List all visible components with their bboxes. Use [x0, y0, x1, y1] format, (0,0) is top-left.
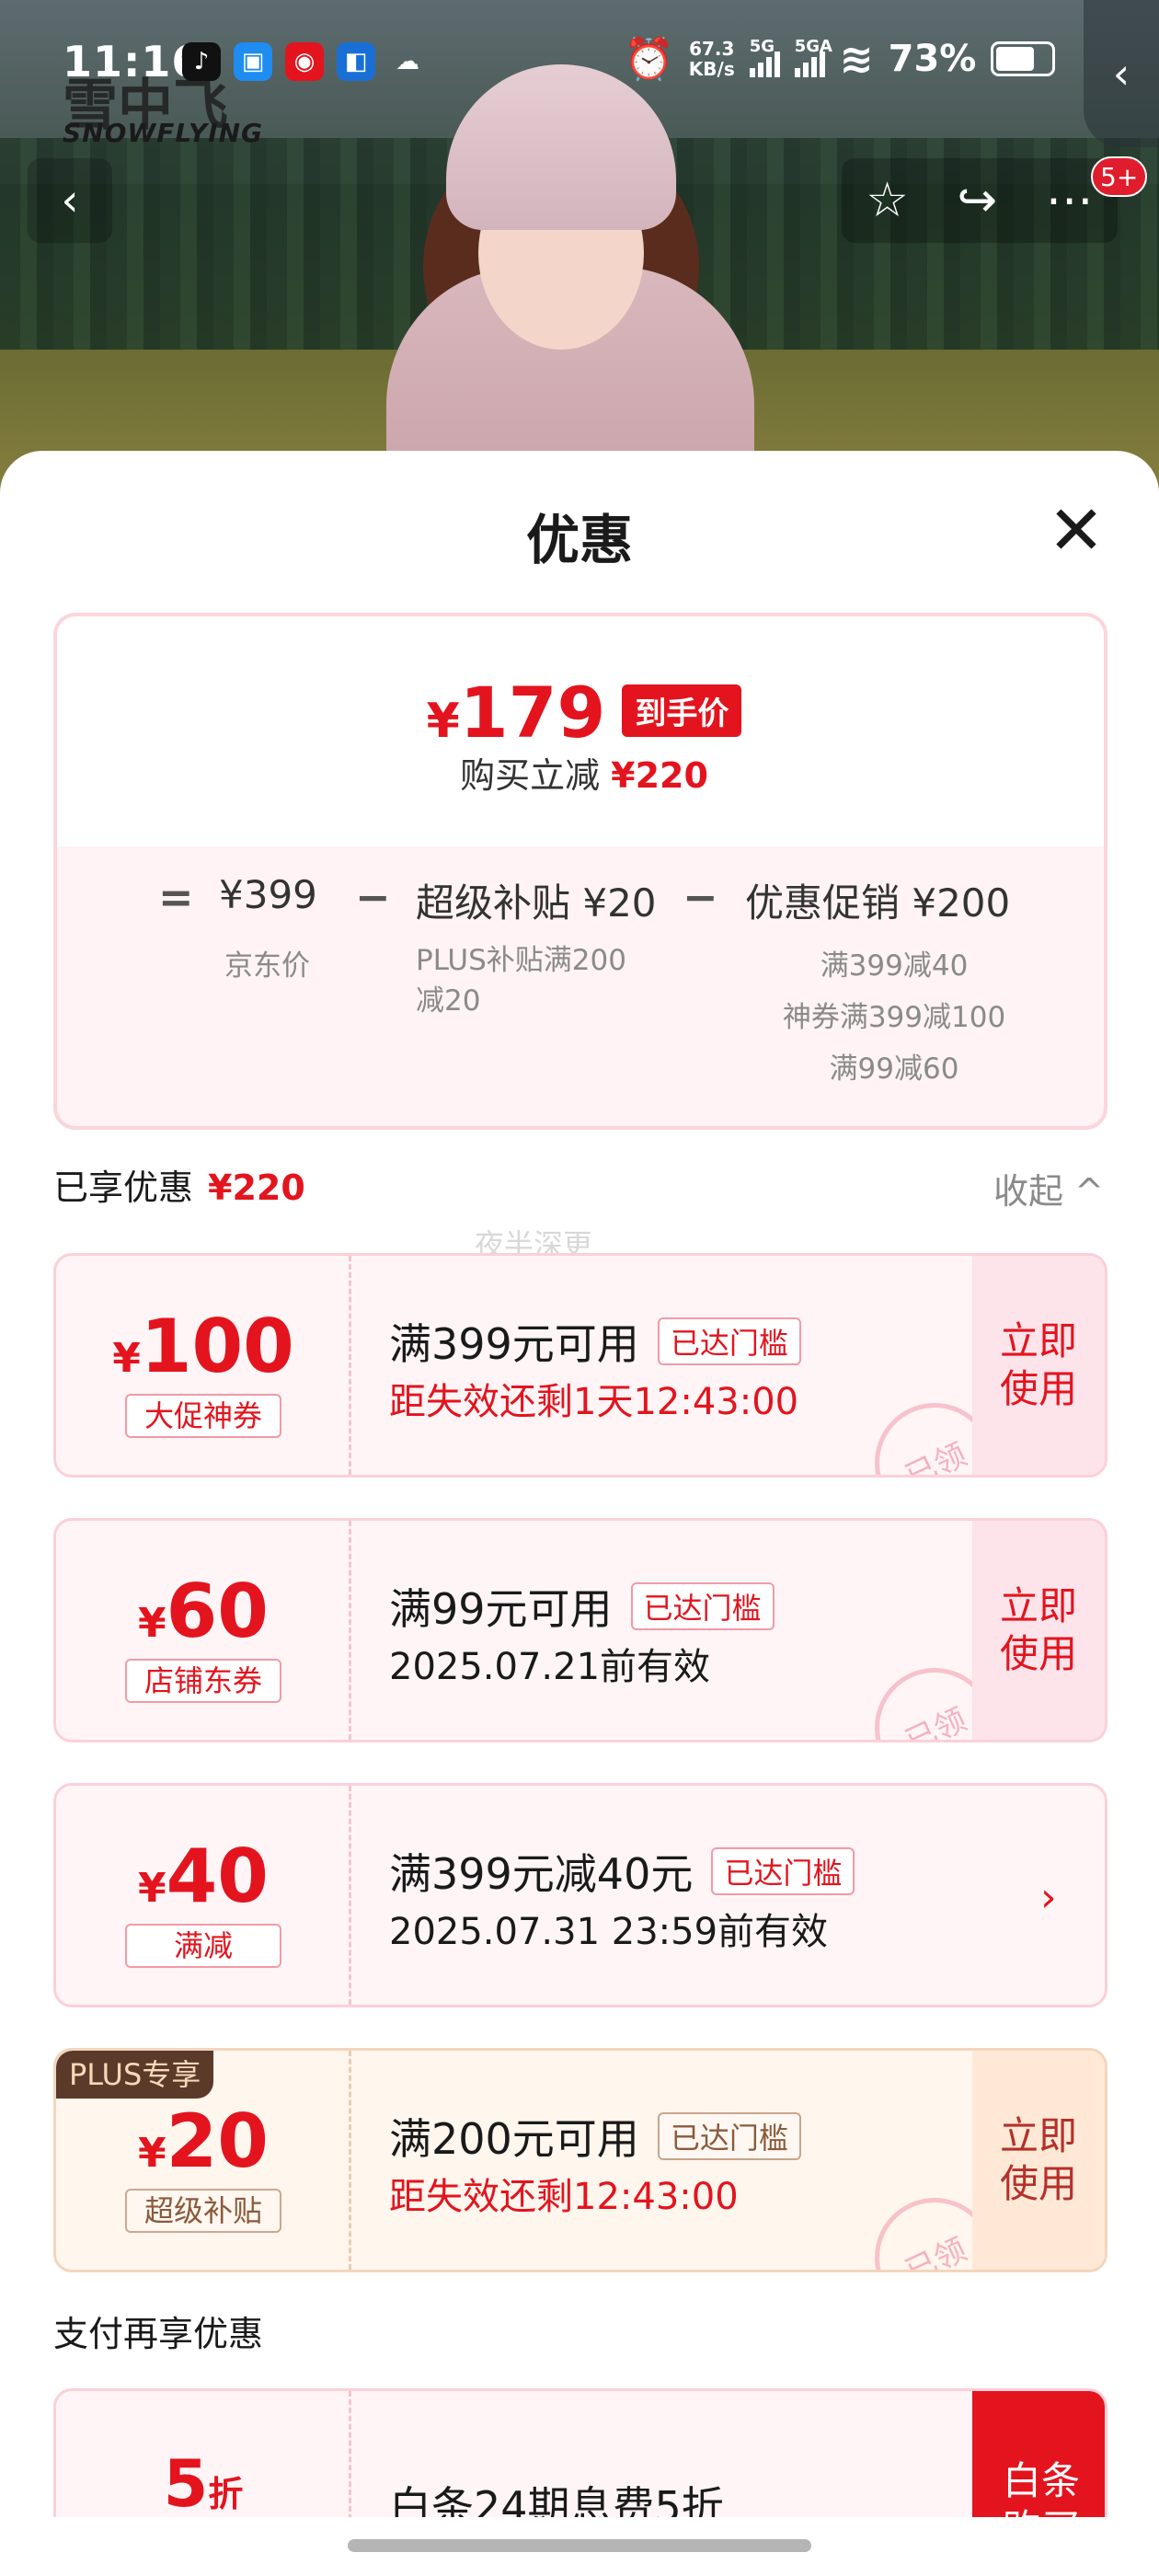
coupon-expiry: 距失效还剩1天12:43:00	[389, 1381, 799, 1423]
coupon-divider	[349, 2051, 351, 2270]
signal-label: 5G	[749, 37, 775, 56]
coupon-card[interactable]: ¥20 超级补贴 PLUS专享 满200元可用 已达门槛 距失效还剩12:43:0…	[53, 2048, 1107, 2272]
coupon-expiry: 2025.07.31 23:59前有效	[389, 1911, 829, 1953]
threshold-badge: 已达门槛	[630, 1582, 775, 1630]
coupon-divider	[349, 1256, 351, 1475]
minus-sign: −	[355, 872, 391, 922]
share-icon[interactable]: ↪	[958, 173, 998, 228]
net-speed: 67.3 KB/s	[689, 39, 735, 79]
status-bar: 11:16 ♪ ▣ ◉ ◧ ☁ ⏰ 67.3 KB/s 5G 5GA ≋ 73%	[0, 0, 1159, 120]
more-badge: 5+	[1091, 156, 1148, 197]
coupon-amount: ¥40	[138, 1834, 269, 1919]
use-now-button[interactable]: 立即 使用	[972, 2051, 1105, 2270]
applied-discount: 已享优惠 ¥220	[53, 1159, 305, 1210]
coupon-divider	[349, 1786, 351, 2005]
threshold-badge: 已达门槛	[657, 1317, 801, 1365]
close-icon[interactable]: ✕	[1039, 497, 1113, 570]
app-icon: ◉	[285, 42, 324, 81]
coupon-value: ¥40 满减	[56, 1786, 350, 2005]
promo-note: 满399减40	[820, 949, 969, 983]
cloud-icon: ☁	[396, 48, 419, 75]
plus-exclusive-tag: PLUS专享	[56, 2051, 214, 2099]
coupon-value: ¥100 大促神券	[56, 1256, 350, 1475]
coupon-divider	[349, 1521, 351, 1740]
final-price-row: ¥179 到手价	[57, 672, 1111, 753]
app-icon: ◧	[337, 42, 375, 81]
battery-percent: 73%	[888, 38, 977, 80]
brand-sub: SNOWFLYING	[63, 118, 264, 148]
payment-discount-title: 支付再享优惠	[53, 2314, 264, 2354]
coupon-value: ¥60 店铺东券	[56, 1521, 350, 1740]
coupon-type-tag: 超级补贴	[125, 2189, 281, 2233]
sheet-title: 优惠	[525, 509, 633, 571]
reduce-line: 购买立减 ¥220	[57, 747, 1111, 798]
tiktok-icon: ♪	[182, 42, 221, 81]
jd-price: ¥399	[219, 872, 317, 917]
wifi-icon: ≋	[839, 35, 874, 83]
coupon-card[interactable]: ¥40 满减 满399元减40元 已达门槛 2025.07.31 23:59前有效…	[53, 1783, 1107, 2007]
promo-note: 满99减60	[829, 1052, 959, 1086]
coupon-amount: ¥60	[138, 1569, 269, 1654]
promo-notes: 满399减40 神券满399减100 满99减60	[756, 940, 1032, 1095]
price-summary-card: ¥179 到手价 购买立减 ¥220 = ¥399 京东价 − 超级补贴 ¥20…	[53, 613, 1107, 1130]
coupon-expiry: 2025.07.21前有效	[389, 1646, 711, 1688]
equals-sign: =	[158, 872, 194, 922]
back-button[interactable]: ‹	[28, 158, 112, 243]
signal-label: 5GA	[794, 37, 832, 56]
threshold-badge: 已达门槛	[711, 1847, 855, 1895]
super-subsidy-note: PLUS补贴满200 减20	[416, 944, 626, 1018]
coupon-title-row: 满200元可用 已达门槛	[389, 2106, 801, 2167]
super-subsidy: 超级补贴 ¥20	[416, 880, 657, 926]
home-indicator[interactable]	[348, 2539, 811, 2552]
jd-price-label: 京东价	[224, 949, 310, 983]
threshold-badge: 已达门槛	[657, 2112, 801, 2160]
status-time: 11:16	[63, 37, 202, 86]
coupon-type-tag: 店铺东券	[125, 1659, 281, 1703]
final-price-tag: 到手价	[622, 684, 742, 737]
notification-icons: ♪ ▣ ◉ ◧ ☁	[182, 42, 427, 81]
applied-amount: ¥220	[208, 1167, 305, 1208]
promo-note: 神券满399减100	[782, 1001, 1006, 1034]
coupon-title-row: 满399元减40元 已达门槛	[389, 1841, 855, 1902]
promo-discount: 优惠促销 ¥200	[745, 880, 1011, 926]
collapse-button[interactable]: 收起 ^	[993, 1163, 1104, 1213]
chevron-right-icon[interactable]: ›	[1040, 1874, 1057, 1921]
coupon-amount: ¥100	[112, 1304, 294, 1389]
coupon-title: 满399元减40元	[389, 1849, 694, 1899]
coupon-expiry: 距失效还剩12:43:00	[389, 2176, 739, 2218]
coupon-type-tag: 满减	[125, 1924, 281, 1968]
reduce-amount: ¥220	[611, 755, 708, 796]
coupon-amount: ¥20	[138, 2099, 269, 2184]
use-now-button[interactable]: 立即 使用	[972, 1256, 1105, 1475]
coupon-title-row: 满399元可用 已达门槛	[389, 1311, 801, 1372]
coupon-title: 满200元可用	[389, 2114, 639, 2164]
signal-icon: 5G	[749, 37, 780, 77]
status-right: ⏰ 67.3 KB/s 5G 5GA ≋ 73%	[624, 35, 1056, 83]
side-collapse-tab[interactable]: ‹	[1084, 0, 1159, 147]
coupon-card[interactable]: ¥100 大促神券 满399元可用 已达门槛 距失效还剩1天12:43:00 已领…	[53, 1253, 1107, 1478]
top-toolbar: ☆ ↪ ⋯	[842, 158, 1118, 243]
net-speed-value: 67.3	[689, 38, 735, 60]
coupon-type-tag: 大促神券	[125, 1394, 281, 1438]
coupon-title-row: 满99元可用 已达门槛	[389, 1576, 775, 1637]
applied-label: 已享优惠	[53, 1167, 194, 1208]
reduce-label: 购买立减	[460, 755, 601, 796]
minus-sign: −	[683, 872, 718, 922]
more-icon[interactable]: ⋯	[1046, 173, 1094, 228]
coupon-title: 满399元可用	[389, 1319, 639, 1369]
battery-icon	[991, 41, 1056, 76]
alarm-icon: ⏰	[624, 36, 674, 83]
final-price: ¥179	[426, 672, 606, 753]
payment-discount-value: 5折	[163, 2446, 244, 2522]
coupon-title: 满99元可用	[389, 1584, 613, 1634]
signal-icon: 5GA	[794, 37, 832, 77]
app-icon: ▣	[234, 42, 272, 81]
coupon-card[interactable]: ¥60 店铺东券 满99元可用 已达门槛 2025.07.21前有效 已领 立即 …	[53, 1518, 1107, 1742]
price-formula: = ¥399 京东价 − 超级补贴 ¥20 PLUS补贴满200 减20 − 优…	[57, 865, 1111, 1104]
star-icon[interactable]: ☆	[866, 173, 909, 228]
net-speed-unit: KB/s	[688, 58, 735, 80]
use-now-button[interactable]: 立即 使用	[972, 1521, 1105, 1740]
